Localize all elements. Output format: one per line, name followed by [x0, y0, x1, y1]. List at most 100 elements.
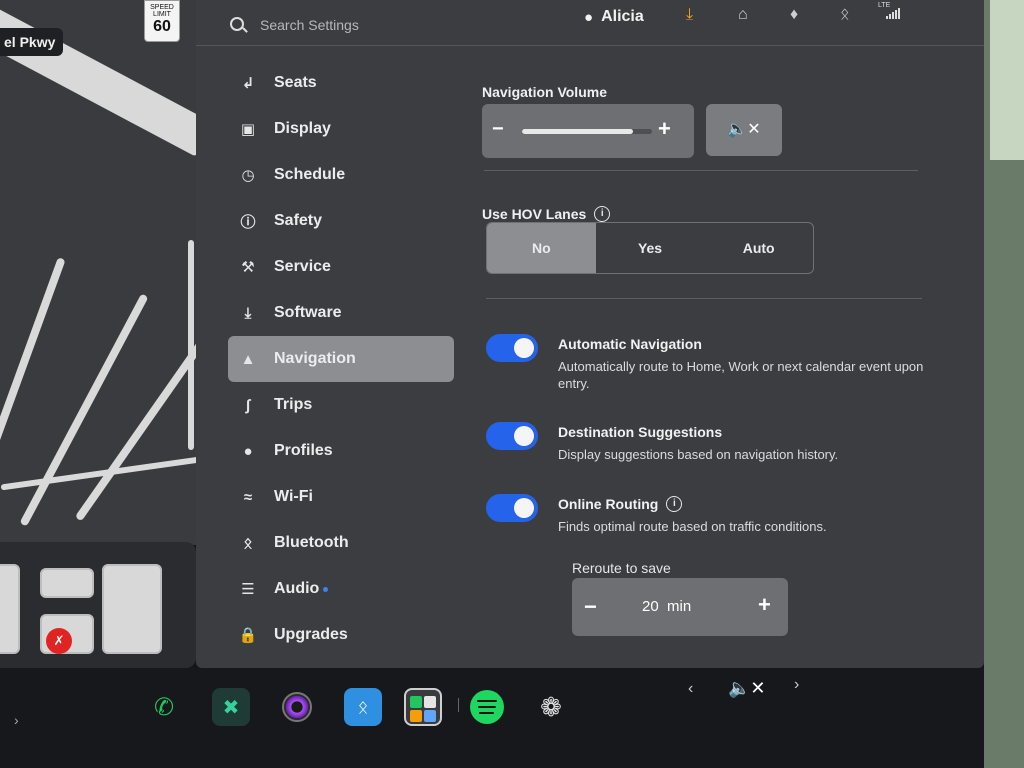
hov-lanes-title: Use HOV Lanes [482, 206, 587, 222]
search-icon[interactable] [230, 17, 244, 31]
download-icon[interactable]: ⤓ [686, 6, 693, 24]
reroute-label: Reroute to save [572, 560, 671, 576]
street-label: el Pkwy [0, 28, 64, 56]
app-grid-icon[interactable] [404, 688, 442, 726]
sidebar-item-label: Wi-Fi [274, 488, 313, 505]
speed-limit-sign: SPEED LIMIT 60 [144, 0, 180, 42]
volume-up-button[interactable]: + [658, 116, 671, 142]
wifi-icon: ≈ [243, 488, 253, 506]
sidebar-item-bluetooth[interactable]: ᛟ Bluetooth [228, 520, 454, 566]
sidebar-item-software[interactable]: ⤓ Software [228, 290, 454, 336]
sidebar-item-label: Upgrades [274, 626, 348, 643]
sidebar-item-trips[interactable]: ∫ Trips [228, 382, 454, 428]
sidebar-item-label: Audio [274, 580, 320, 597]
reroute-decrease-button[interactable]: − [584, 594, 597, 620]
toggle-knob [514, 498, 534, 518]
sidebar-item-upgrades[interactable]: 🔒 Upgrades [228, 612, 454, 658]
chevron-right-icon[interactable]: › [14, 712, 19, 728]
sidebar-item-seats[interactable]: ↲ Seats [228, 60, 454, 106]
volume-down-button[interactable]: − [492, 118, 504, 141]
seat-icon: ↲ [241, 75, 255, 92]
map-view[interactable]: el Pkwy SPEED LIMIT 60 [0, 0, 208, 545]
download-icon: ⤓ [244, 304, 252, 322]
seat-front-left-icon[interactable] [40, 568, 94, 598]
info-icon[interactable]: i [666, 496, 683, 512]
reroute-value: 20 min [642, 598, 692, 615]
sidebar-item-schedule[interactable]: ◷ Schedule [228, 152, 454, 198]
user-profile[interactable]: ● Alicia [584, 8, 644, 26]
sidebar-item-audio[interactable]: ☰ Audio [228, 566, 454, 612]
speed-limit-value: 60 [153, 18, 171, 35]
mute-button[interactable]: 🔈✕ [706, 104, 782, 156]
user-name: Alicia [601, 8, 644, 25]
home-icon[interactable]: ⌂ [738, 6, 748, 24]
bluetooth-icon[interactable]: ᛟ [344, 688, 382, 726]
trips-icon: ∫ [245, 396, 251, 414]
sidebar-item-profiles[interactable]: ● Profiles [228, 428, 454, 474]
lte-signal-icon [886, 8, 900, 19]
dock-separator [458, 698, 459, 712]
sidebar-item-display[interactable]: ▣ Display [228, 106, 454, 152]
hov-option-no[interactable]: No [487, 223, 596, 273]
sidebar-item-label: Bluetooth [274, 534, 349, 551]
destination-suggestions-toggle[interactable] [486, 422, 538, 450]
display-icon: ▣ [240, 121, 256, 138]
audio-sliders-icon: ☰ [241, 581, 255, 598]
search-input[interactable] [260, 12, 520, 38]
online-routing-toggle[interactable] [486, 494, 538, 522]
navigation-volume-title: Navigation Volume [482, 84, 607, 100]
prev-icon[interactable]: ‹ [688, 680, 693, 698]
volume-track[interactable] [522, 129, 652, 134]
profile-icon: ● [243, 442, 253, 460]
reroute-stepper: − 20 min + [572, 578, 788, 636]
mic-off-icon[interactable]: ✗ [46, 628, 72, 654]
safety-icon: ⓘ [240, 213, 256, 231]
sidebar-item-wifi[interactable]: ≈ Wi-Fi [228, 474, 454, 520]
automatic-navigation-toggle[interactable] [486, 334, 538, 362]
mute-icon[interactable]: 🔈✕ [728, 678, 766, 699]
window-view [990, 0, 1024, 160]
phone-icon[interactable]: ✆ [145, 688, 183, 726]
seat-rear-right-icon[interactable] [102, 564, 162, 654]
car-seat-panel[interactable]: ✗ [0, 542, 196, 668]
sidebar-item-label: Service [274, 258, 331, 275]
app-x-icon[interactable]: ✖ [212, 688, 250, 726]
info-icon[interactable]: i [594, 206, 611, 222]
hov-option-auto[interactable]: Auto [704, 223, 813, 273]
toggle-knob [514, 338, 534, 358]
hov-option-yes[interactable]: Yes [596, 223, 705, 273]
spotify-icon[interactable] [468, 688, 506, 726]
navigation-icon: ▲ [240, 350, 256, 368]
toggle-knob [514, 426, 534, 446]
screen-bezel [984, 0, 1024, 768]
volume-slider[interactable]: − + [482, 104, 694, 158]
camera-icon[interactable] [278, 688, 316, 726]
car-body-icon [0, 564, 20, 654]
sidebar-item-service[interactable]: ⚒ Service [228, 244, 454, 290]
next-icon[interactable]: › [794, 676, 799, 694]
bottom-dock: › ✆ ✖ ᛟ ❁ ‹ 🔈✕ › [0, 668, 1024, 768]
divider [486, 298, 922, 299]
hov-lanes-selector: No Yes Auto [486, 222, 814, 274]
fan-icon[interactable]: ❁ [532, 688, 570, 726]
sidebar-item-label: Seats [274, 74, 317, 91]
automatic-navigation-title: Automatic Navigation [558, 336, 702, 352]
update-dot [323, 586, 329, 592]
sidebar-item-label: Profiles [274, 442, 333, 459]
top-bar: ● Alicia ⤓ ⌂ ♦ ᛟ LTE [196, 0, 984, 46]
wrench-icon: ⚒ [241, 259, 255, 276]
settings-panel: ● Alicia ⤓ ⌂ ♦ ᛟ LTE ↲ Seats ▣ Display ◷ Sc… [196, 0, 984, 668]
bluetooth-icon[interactable]: ᛟ [840, 6, 850, 24]
speed-limit-label: SPEED LIMIT [150, 4, 174, 18]
divider [484, 170, 918, 171]
online-routing-desc: Finds optimal route based on traffic con… [558, 519, 827, 534]
mute-icon: 🔈✕ [727, 121, 761, 138]
vehicle-screen: el Pkwy SPEED LIMIT 60 ✗ ● Alicia ⤓ ⌂ ♦ … [0, 0, 1024, 768]
sidebar-item-safety[interactable]: ⓘ Safety [228, 198, 454, 244]
sidebar-item-navigation[interactable]: ▲ Navigation [228, 336, 454, 382]
automatic-navigation-desc: Automatically route to Home, Work or nex… [558, 359, 924, 391]
reroute-increase-button[interactable]: + [758, 592, 771, 618]
shopping-bag-icon: 🔒 [238, 627, 258, 644]
bluetooth-icon: ᛟ [243, 534, 253, 552]
bell-icon[interactable]: ♦ [790, 6, 798, 24]
